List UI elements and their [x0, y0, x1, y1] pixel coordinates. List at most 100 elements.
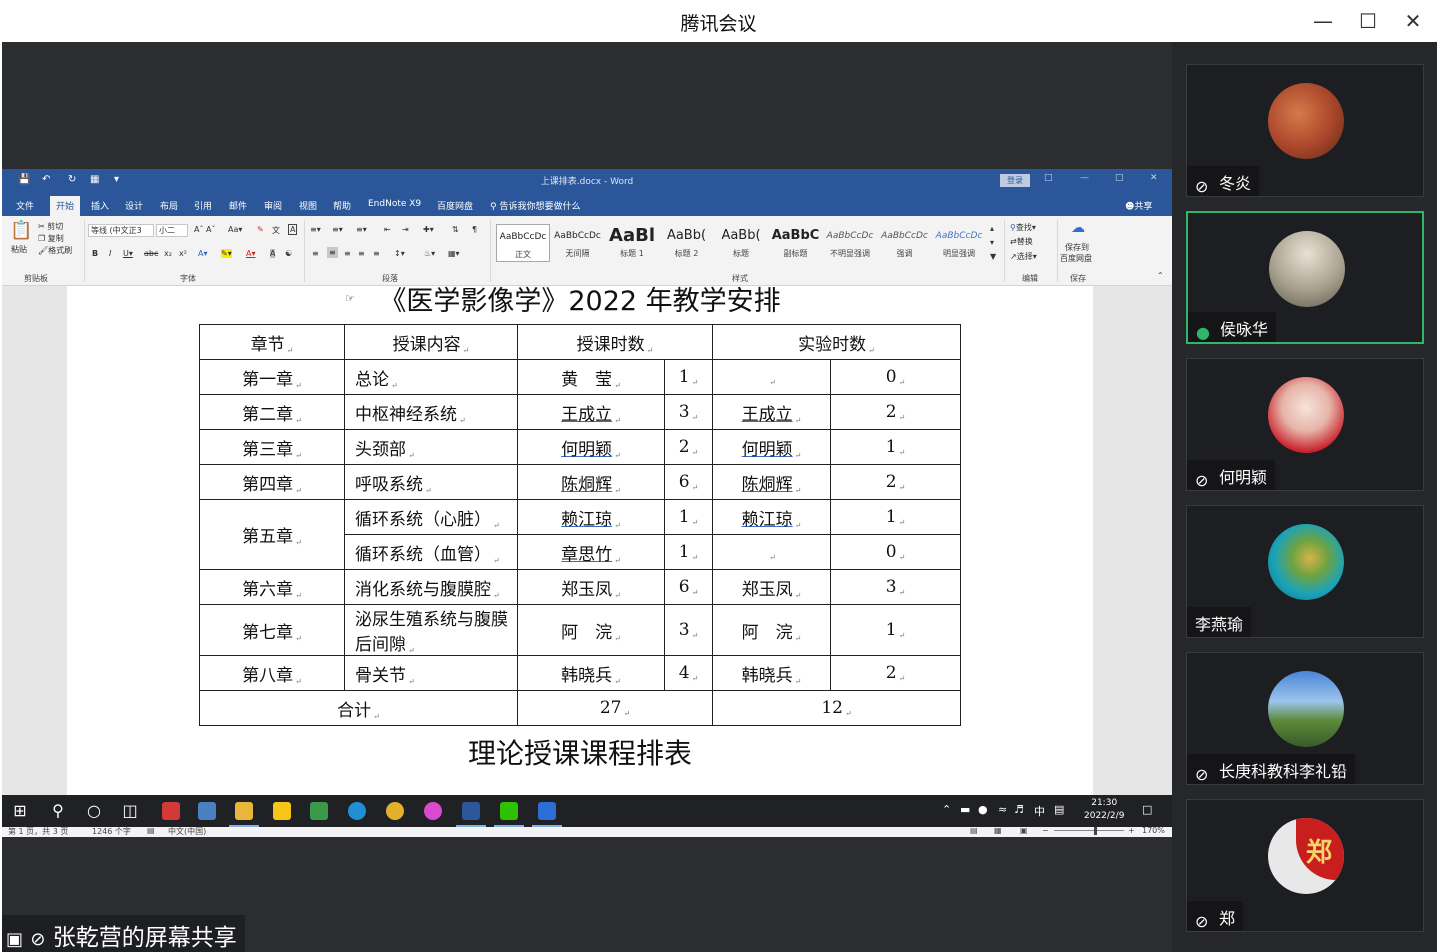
lab-hours-cell[interactable]: 0 ↵: [830, 534, 961, 570]
styles-more-icon[interactable]: ▼: [990, 252, 996, 261]
collapse-ribbon-icon[interactable]: ⌃: [1157, 271, 1164, 280]
participant-tile[interactable]: 郑 ⊘ 郑: [1186, 799, 1424, 932]
participant-tile[interactable]: ⊘ 何明颖: [1186, 358, 1424, 491]
format-painter-button[interactable]: 🖌格式刷: [38, 245, 72, 256]
align-center-icon[interactable]: ≡: [327, 247, 338, 258]
tab-file[interactable]: 文件: [16, 199, 34, 212]
word-close-icon[interactable]: ✕: [1150, 173, 1158, 183]
lab-teacher-cell[interactable]: 郑玉凤 ↵: [712, 569, 831, 605]
line-spacing-icon[interactable]: ↕▾: [394, 249, 405, 258]
save-to-baidu-line1[interactable]: 保存到: [1065, 242, 1089, 253]
lab-teacher-cell[interactable]: ↵: [712, 534, 831, 570]
chapter-cell[interactable]: 第六章 ↵: [199, 569, 345, 605]
content-cell[interactable]: 泌尿生殖系统与腹膜后间隙 ↵: [344, 604, 518, 656]
header-cell[interactable]: 授课时数 ↵: [517, 324, 713, 360]
zoom-level[interactable]: 170%: [1142, 826, 1165, 835]
teacher-cell[interactable]: 何明颖 ↵: [517, 429, 665, 465]
style-6[interactable]: AaBbC 副标题: [769, 224, 823, 262]
align-left-icon[interactable]: ≡: [312, 249, 319, 258]
participant-tile[interactable]: 李燕瑜: [1186, 505, 1424, 638]
file-explorer-icon[interactable]: [235, 802, 253, 820]
justify-icon[interactable]: ≡: [358, 249, 365, 258]
chapter-cell[interactable]: 第一章 ↵: [199, 359, 345, 395]
lab-teacher-cell[interactable]: 何明颖 ↵: [712, 429, 831, 465]
lab-teacher-cell[interactable]: 陈烔辉 ↵: [712, 464, 831, 500]
header-cell[interactable]: 授课内容 ↵: [344, 324, 518, 360]
decrease-indent-icon[interactable]: ⇤: [384, 225, 391, 234]
style-8[interactable]: AaBbCcDc 强调: [878, 224, 932, 262]
save-to-baidu-line2[interactable]: 百度网盘: [1060, 253, 1092, 264]
subscript-icon[interactable]: x₂: [164, 249, 172, 258]
style-2[interactable]: AaBbCcDc 无间隔: [551, 224, 605, 262]
teacher-cell[interactable]: 韩晓兵 ↵: [517, 655, 665, 691]
text-effects-icon[interactable]: A▾: [198, 249, 208, 258]
ime-indicator[interactable]: 中: [1034, 803, 1045, 819]
wechat-icon[interactable]: [500, 802, 518, 820]
content-cell[interactable]: 呼吸系统 ↵: [344, 464, 518, 500]
cortana-icon[interactable]: ○: [82, 801, 106, 820]
task-view-icon[interactable]: ◫: [118, 801, 142, 820]
read-mode-icon[interactable]: ▤: [970, 826, 978, 835]
styles-scroll-down-icon[interactable]: ▾: [990, 238, 994, 247]
char-border-icon[interactable]: A: [288, 224, 298, 235]
zoom-slider-thumb[interactable]: [1094, 826, 1097, 835]
font-color-icon[interactable]: A▾: [246, 249, 256, 258]
font-size-select[interactable]: 小二: [156, 224, 188, 237]
hours-cell[interactable]: 1 ↵: [664, 359, 713, 395]
teacher-cell[interactable]: 陈烔辉 ↵: [517, 464, 665, 500]
paste-button[interactable]: 粘贴: [11, 244, 27, 255]
tab-design[interactable]: 设计: [125, 199, 143, 212]
login-button[interactable]: 登录: [1000, 174, 1030, 187]
lab-hours-cell[interactable]: 1 ↵: [830, 429, 961, 465]
lab-hours-cell[interactable]: 1 ↵: [830, 499, 961, 535]
share-button[interactable]: ☻共享: [1125, 199, 1152, 212]
tab-review[interactable]: 审阅: [264, 199, 282, 212]
tab-view[interactable]: 视图: [299, 199, 317, 212]
multilevel-list-icon[interactable]: ≡▾: [356, 225, 367, 234]
tray-overflow-icon[interactable]: ⌃: [942, 803, 951, 816]
lab-teacher-cell[interactable]: 阿 浣 ↵: [712, 604, 831, 656]
find-button[interactable]: ⚲查找▾: [1010, 222, 1036, 233]
borders-icon[interactable]: ▦▾: [448, 249, 460, 258]
style-9[interactable]: AaBbCcDc 明显强调: [932, 224, 986, 262]
header-cell[interactable]: 章节 ↵: [199, 324, 345, 360]
content-cell[interactable]: 头颈部 ↵: [344, 429, 518, 465]
change-case-icon[interactable]: Aa▾: [228, 225, 242, 234]
header-cell[interactable]: 实验时数 ↵: [712, 324, 961, 360]
numbering-icon[interactable]: ≡▾: [332, 225, 343, 234]
char-shading-icon[interactable]: A: [270, 249, 276, 258]
show-marks-icon[interactable]: ¶: [472, 225, 477, 234]
ribbon-display-icon[interactable]: □: [1044, 173, 1053, 183]
chrome-icon[interactable]: [386, 802, 404, 820]
chapter-cell[interactable]: 第二章 ↵: [199, 394, 345, 430]
superscript-icon[interactable]: x²: [179, 249, 187, 258]
align-right-icon[interactable]: ≡: [344, 249, 351, 258]
lab-teacher-cell[interactable]: ↵: [712, 359, 831, 395]
phonetic-icon[interactable]: 文: [272, 225, 280, 236]
total-label-cell[interactable]: 合计 ↵: [199, 690, 518, 726]
tray-wechat-icon[interactable]: ●: [978, 803, 988, 816]
copy-button[interactable]: ❐ 复制: [38, 233, 64, 244]
distributed-icon[interactable]: ≡: [373, 249, 380, 258]
hours-cell[interactable]: 4 ↵: [664, 655, 713, 691]
content-cell[interactable]: 总论 ↵: [344, 359, 518, 395]
wifi-icon[interactable]: ≈: [998, 803, 1007, 816]
content-cell[interactable]: 中枢神经系统 ↵: [344, 394, 518, 430]
teacher-cell[interactable]: 章思竹 ↵: [517, 534, 665, 570]
clear-format-icon[interactable]: ✎: [257, 225, 264, 234]
styles-scroll-up-icon[interactable]: ▴: [990, 224, 994, 233]
chapter-cell[interactable]: 第八章 ↵: [199, 655, 345, 691]
tab-home[interactable]: 开始: [50, 196, 81, 216]
bold-icon[interactable]: B: [92, 249, 98, 258]
style-4[interactable]: AaBb(标题 2: [660, 224, 714, 262]
excel-icon[interactable]: [310, 802, 328, 820]
ime-mode-icon[interactable]: ▤: [1054, 803, 1064, 816]
lab-teacher-cell[interactable]: 赖江琼 ↵: [712, 499, 831, 535]
lab-hours-cell[interactable]: 0 ↵: [830, 359, 961, 395]
word-count[interactable]: 1246 个字: [92, 826, 131, 837]
lab-hours-cell[interactable]: 1 ↵: [830, 604, 961, 656]
clock[interactable]: 21:30 2022/2/9: [1084, 797, 1124, 823]
participant-tile[interactable]: ● 侯咏华: [1186, 211, 1424, 344]
lab-hours-cell[interactable]: 2 ↵: [830, 655, 961, 691]
style-1[interactable]: AaBbCcDc 正文: [496, 224, 550, 262]
